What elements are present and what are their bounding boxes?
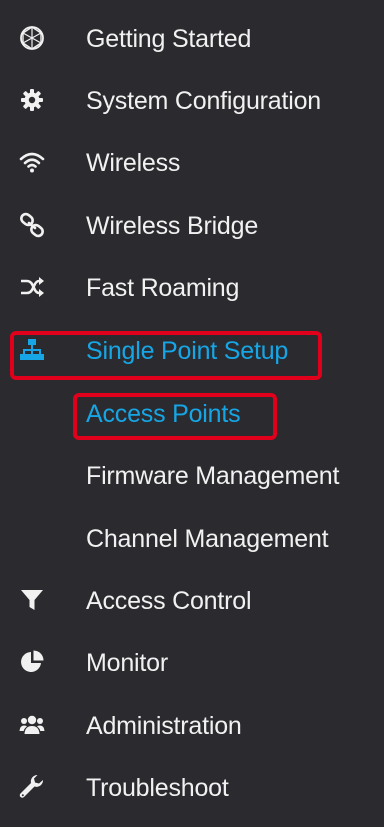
sidebar-item-getting-started[interactable]: Getting Started [0,10,384,72]
sidebar-item-label: System Configuration [86,87,322,115]
sidebar-item-label: Wireless [86,149,181,177]
sidebar-item-label: Wireless Bridge [86,212,259,240]
sidebar-subitem-access-points[interactable]: Access Points [0,385,384,447]
gear-icon [18,86,46,114]
sidebar-nav: Getting Started System Configuration Wir… [0,0,384,827]
sidebar-item-label: Access Control [86,587,252,615]
wifi-icon [18,148,46,176]
sidebar-subitem-channel-management[interactable]: Channel Management [0,510,384,572]
sidebar-item-single-point-setup[interactable]: Single Point Setup [0,322,384,384]
sidebar-item-administration[interactable]: Administration [0,697,384,759]
sidebar-item-system-configuration[interactable]: System Configuration [0,72,384,134]
sidebar-item-troubleshoot[interactable]: Troubleshoot [0,759,384,821]
sidebar-subitem-firmware-management[interactable]: Firmware Management [0,447,384,509]
sidebar-item-label: Administration [86,712,242,740]
sidebar-item-label: Fast Roaming [86,274,240,302]
sitemap-icon [18,336,46,364]
sidebar-item-label: Monitor [86,649,168,677]
bridge-link-icon [18,211,46,239]
sidebar-item-label: Single Point Setup [86,337,289,365]
filter-icon [18,586,46,614]
sidebar-item-label: Firmware Management [86,462,340,490]
sidebar-item-label: Channel Management [86,525,329,553]
shuffle-icon [18,273,46,301]
sidebar-item-access-control[interactable]: Access Control [0,572,384,634]
sidebar-item-label: Troubleshoot [86,774,229,802]
sidebar-item-label: Access Points [86,400,241,428]
sidebar-item-label: Getting Started [86,25,252,53]
sidebar-item-monitor[interactable]: Monitor [0,634,384,696]
sidebar-item-wireless[interactable]: Wireless [0,134,384,196]
users-icon [18,711,46,739]
sidebar-item-fast-roaming[interactable]: Fast Roaming [0,259,384,321]
globe-icon [18,24,46,52]
sidebar-item-wireless-bridge[interactable]: Wireless Bridge [0,197,384,259]
wrench-icon [18,773,46,801]
pie-chart-icon [18,648,46,676]
